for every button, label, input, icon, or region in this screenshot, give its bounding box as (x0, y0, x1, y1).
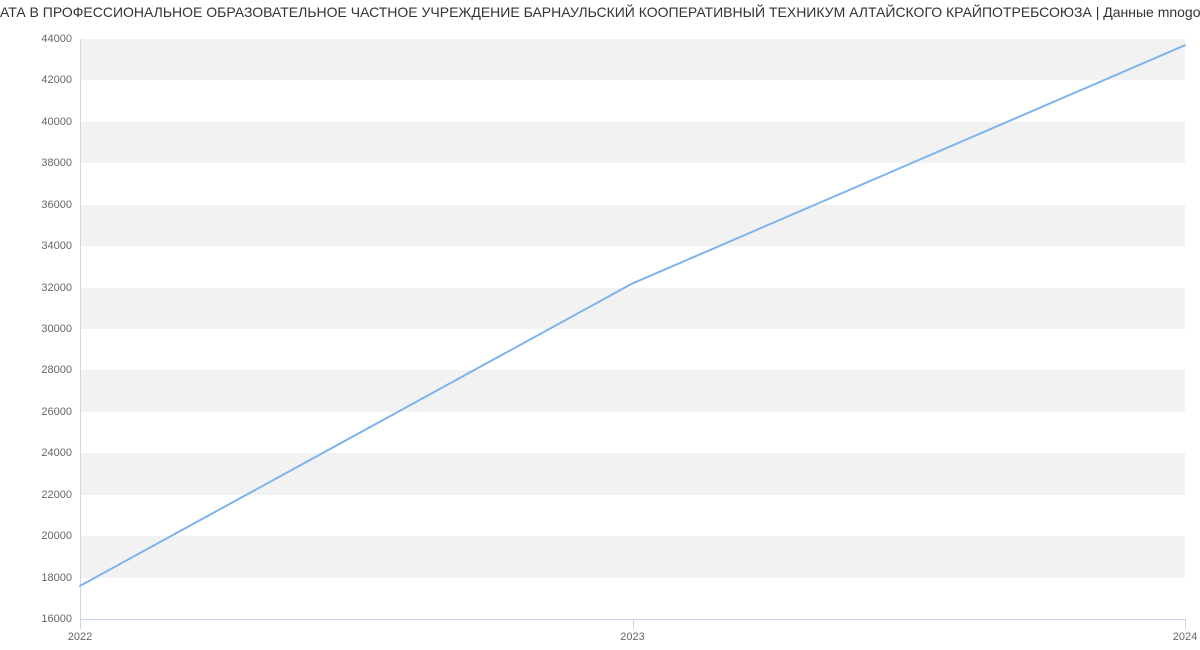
series-line (80, 45, 1185, 586)
x-tick-mark (633, 619, 634, 629)
chart-title: АТА В ПРОФЕССИОНАЛЬНОЕ ОБРАЗОВАТЕЛЬНОЕ Ч… (0, 4, 1200, 20)
y-tick-label: 22000 (41, 489, 80, 501)
y-tick-label: 24000 (41, 447, 80, 459)
line-chart: АТА В ПРОФЕССИОНАЛЬНОЕ ОБРАЗОВАТЕЛЬНОЕ Ч… (0, 0, 1200, 650)
data-series (80, 39, 1185, 619)
y-tick-label: 16000 (41, 613, 80, 625)
x-tick-label: 2023 (620, 631, 644, 643)
y-tick-label: 40000 (41, 116, 80, 128)
y-tick-label: 30000 (41, 323, 80, 335)
y-tick-label: 26000 (41, 406, 80, 418)
y-tick-label: 20000 (41, 530, 80, 542)
y-tick-label: 34000 (41, 240, 80, 252)
y-tick-label: 32000 (41, 282, 80, 294)
y-tick-label: 36000 (41, 199, 80, 211)
x-tick-mark (80, 619, 81, 629)
y-tick-label: 28000 (41, 364, 80, 376)
y-tick-label: 42000 (41, 74, 80, 86)
plot-area: 1600018000200002200024000260002800030000… (80, 39, 1185, 619)
x-tick-label: 2024 (1173, 631, 1197, 643)
x-tick-label: 2022 (68, 631, 92, 643)
y-tick-label: 18000 (41, 572, 80, 584)
y-tick-label: 38000 (41, 157, 80, 169)
y-tick-label: 44000 (41, 33, 80, 45)
x-tick-mark (1185, 619, 1186, 629)
